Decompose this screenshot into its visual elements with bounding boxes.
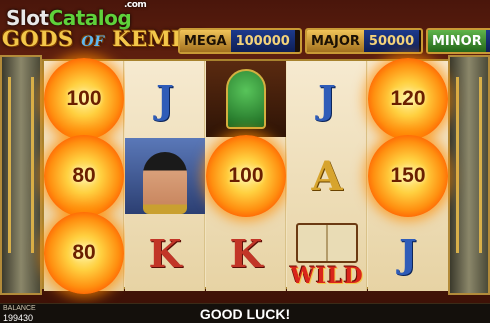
fireball-symbol: 80	[44, 212, 124, 294]
jackpot-major: MAJOR 50000	[305, 28, 423, 54]
reel-cell: K	[125, 215, 205, 291]
letter-k-symbol: K	[148, 230, 182, 276]
wild-label: WILD	[290, 263, 364, 289]
reel-cell	[125, 138, 205, 214]
reel-cell: J	[125, 61, 205, 137]
jackpot-major-value: 50000	[363, 30, 420, 52]
reel-2: J K	[125, 61, 205, 291]
fireball-value: 120	[390, 87, 426, 110]
jackpot-minor-label: MINOR	[428, 30, 486, 52]
fireball-symbol: 80	[44, 135, 124, 217]
reel-cell: J	[368, 215, 448, 291]
reel-1: 100 80 80	[44, 58, 124, 294]
reel-cell: A	[287, 138, 367, 214]
fireball-symbol: 120	[368, 58, 448, 140]
reel-grid: 100 80 80 J K 100 K J A WILD 120 150 J	[42, 58, 448, 294]
reel-5: 120 150 J	[368, 58, 448, 291]
wild-book-symbol: WILD	[287, 215, 367, 291]
jackpot-mega: MEGA 100000	[178, 28, 302, 54]
reel-cell: J	[287, 61, 367, 137]
site-logo-com: .com	[124, 0, 147, 10]
cobra-icon	[206, 61, 286, 137]
jackpot-major-label: MAJOR	[307, 30, 364, 52]
jackpot-minor: MINOR 2	[426, 28, 490, 54]
book-icon	[296, 223, 358, 263]
reel-cell: 80	[44, 212, 124, 294]
queen-portrait-icon	[125, 138, 205, 214]
reel-cell: 100	[44, 58, 124, 140]
fireball-value: 100	[228, 164, 264, 187]
jackpot-minor-value: 2	[485, 30, 490, 52]
reel-4: J A WILD	[287, 61, 367, 291]
reel-cell: 100	[206, 135, 286, 217]
fireball-symbol: 100	[206, 135, 286, 217]
fireball-symbol: 150	[368, 135, 448, 217]
fireball-value: 150	[390, 164, 426, 187]
letter-j-symbol: J	[318, 76, 336, 122]
game-title-of: OF	[81, 34, 105, 50]
reel-cell: K	[206, 215, 286, 291]
game-logo: GODS OF KEMET	[2, 26, 204, 51]
status-message: GOOD LUCK!	[199, 306, 291, 322]
jackpot-mega-value: 100000	[230, 30, 295, 52]
jackpot-mega-label: MEGA	[180, 30, 231, 52]
reel-cell: 150	[368, 135, 448, 217]
letter-j-symbol: J	[156, 76, 174, 122]
letter-j-symbol: J	[399, 230, 417, 276]
reel-cell: 80	[44, 135, 124, 217]
game-title-part1: GODS	[2, 26, 74, 51]
letter-k-symbol: K	[229, 230, 263, 276]
reel-cell: WILD	[287, 215, 367, 291]
right-pillar	[448, 55, 490, 295]
letter-a-symbol: A	[311, 152, 343, 200]
fireball-value: 80	[72, 241, 96, 264]
reel-3: 100 K	[206, 61, 286, 291]
fireball-value: 80	[72, 164, 96, 187]
left-pillar	[0, 55, 42, 295]
fireball-value: 100	[66, 87, 102, 110]
reel-cell: 120	[368, 58, 448, 140]
reel-cell	[206, 61, 286, 137]
fireball-symbol: 100	[44, 58, 124, 140]
header: SlotCatalog .com GODS OF KEMET MEGA 1000…	[0, 0, 490, 58]
